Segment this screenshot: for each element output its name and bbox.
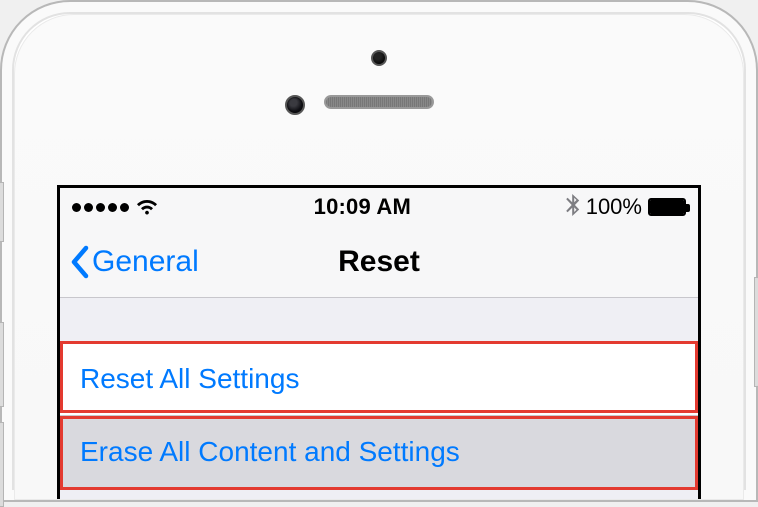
battery-icon xyxy=(648,198,686,216)
wifi-icon xyxy=(135,198,159,216)
phone-frame: 10:09 AM 100% General Reset xyxy=(0,0,758,502)
earpiece-speaker xyxy=(324,95,434,109)
annotation-highlight-2 xyxy=(60,416,698,490)
proximity-sensor xyxy=(371,50,387,66)
cell-signal-icon xyxy=(72,203,129,212)
status-time: 10:09 AM xyxy=(314,194,411,220)
screen: 10:09 AM 100% General Reset xyxy=(57,185,701,499)
volume-up-button xyxy=(0,322,4,407)
mute-switch xyxy=(0,182,4,242)
volume-down-button xyxy=(0,422,4,507)
phone-inner-frame: 10:09 AM 100% General Reset xyxy=(14,14,744,500)
nav-bar: General Reset xyxy=(60,226,698,298)
status-bar: 10:09 AM 100% xyxy=(60,188,698,226)
back-label: General xyxy=(92,245,199,279)
battery-percent: 100% xyxy=(586,194,642,220)
front-camera xyxy=(285,95,305,115)
annotation-highlight-1 xyxy=(60,341,698,413)
back-button[interactable]: General xyxy=(70,245,199,279)
chevron-left-icon xyxy=(70,245,90,279)
page-title: Reset xyxy=(338,245,420,279)
bluetooth-icon xyxy=(566,194,580,221)
power-button xyxy=(754,277,758,387)
